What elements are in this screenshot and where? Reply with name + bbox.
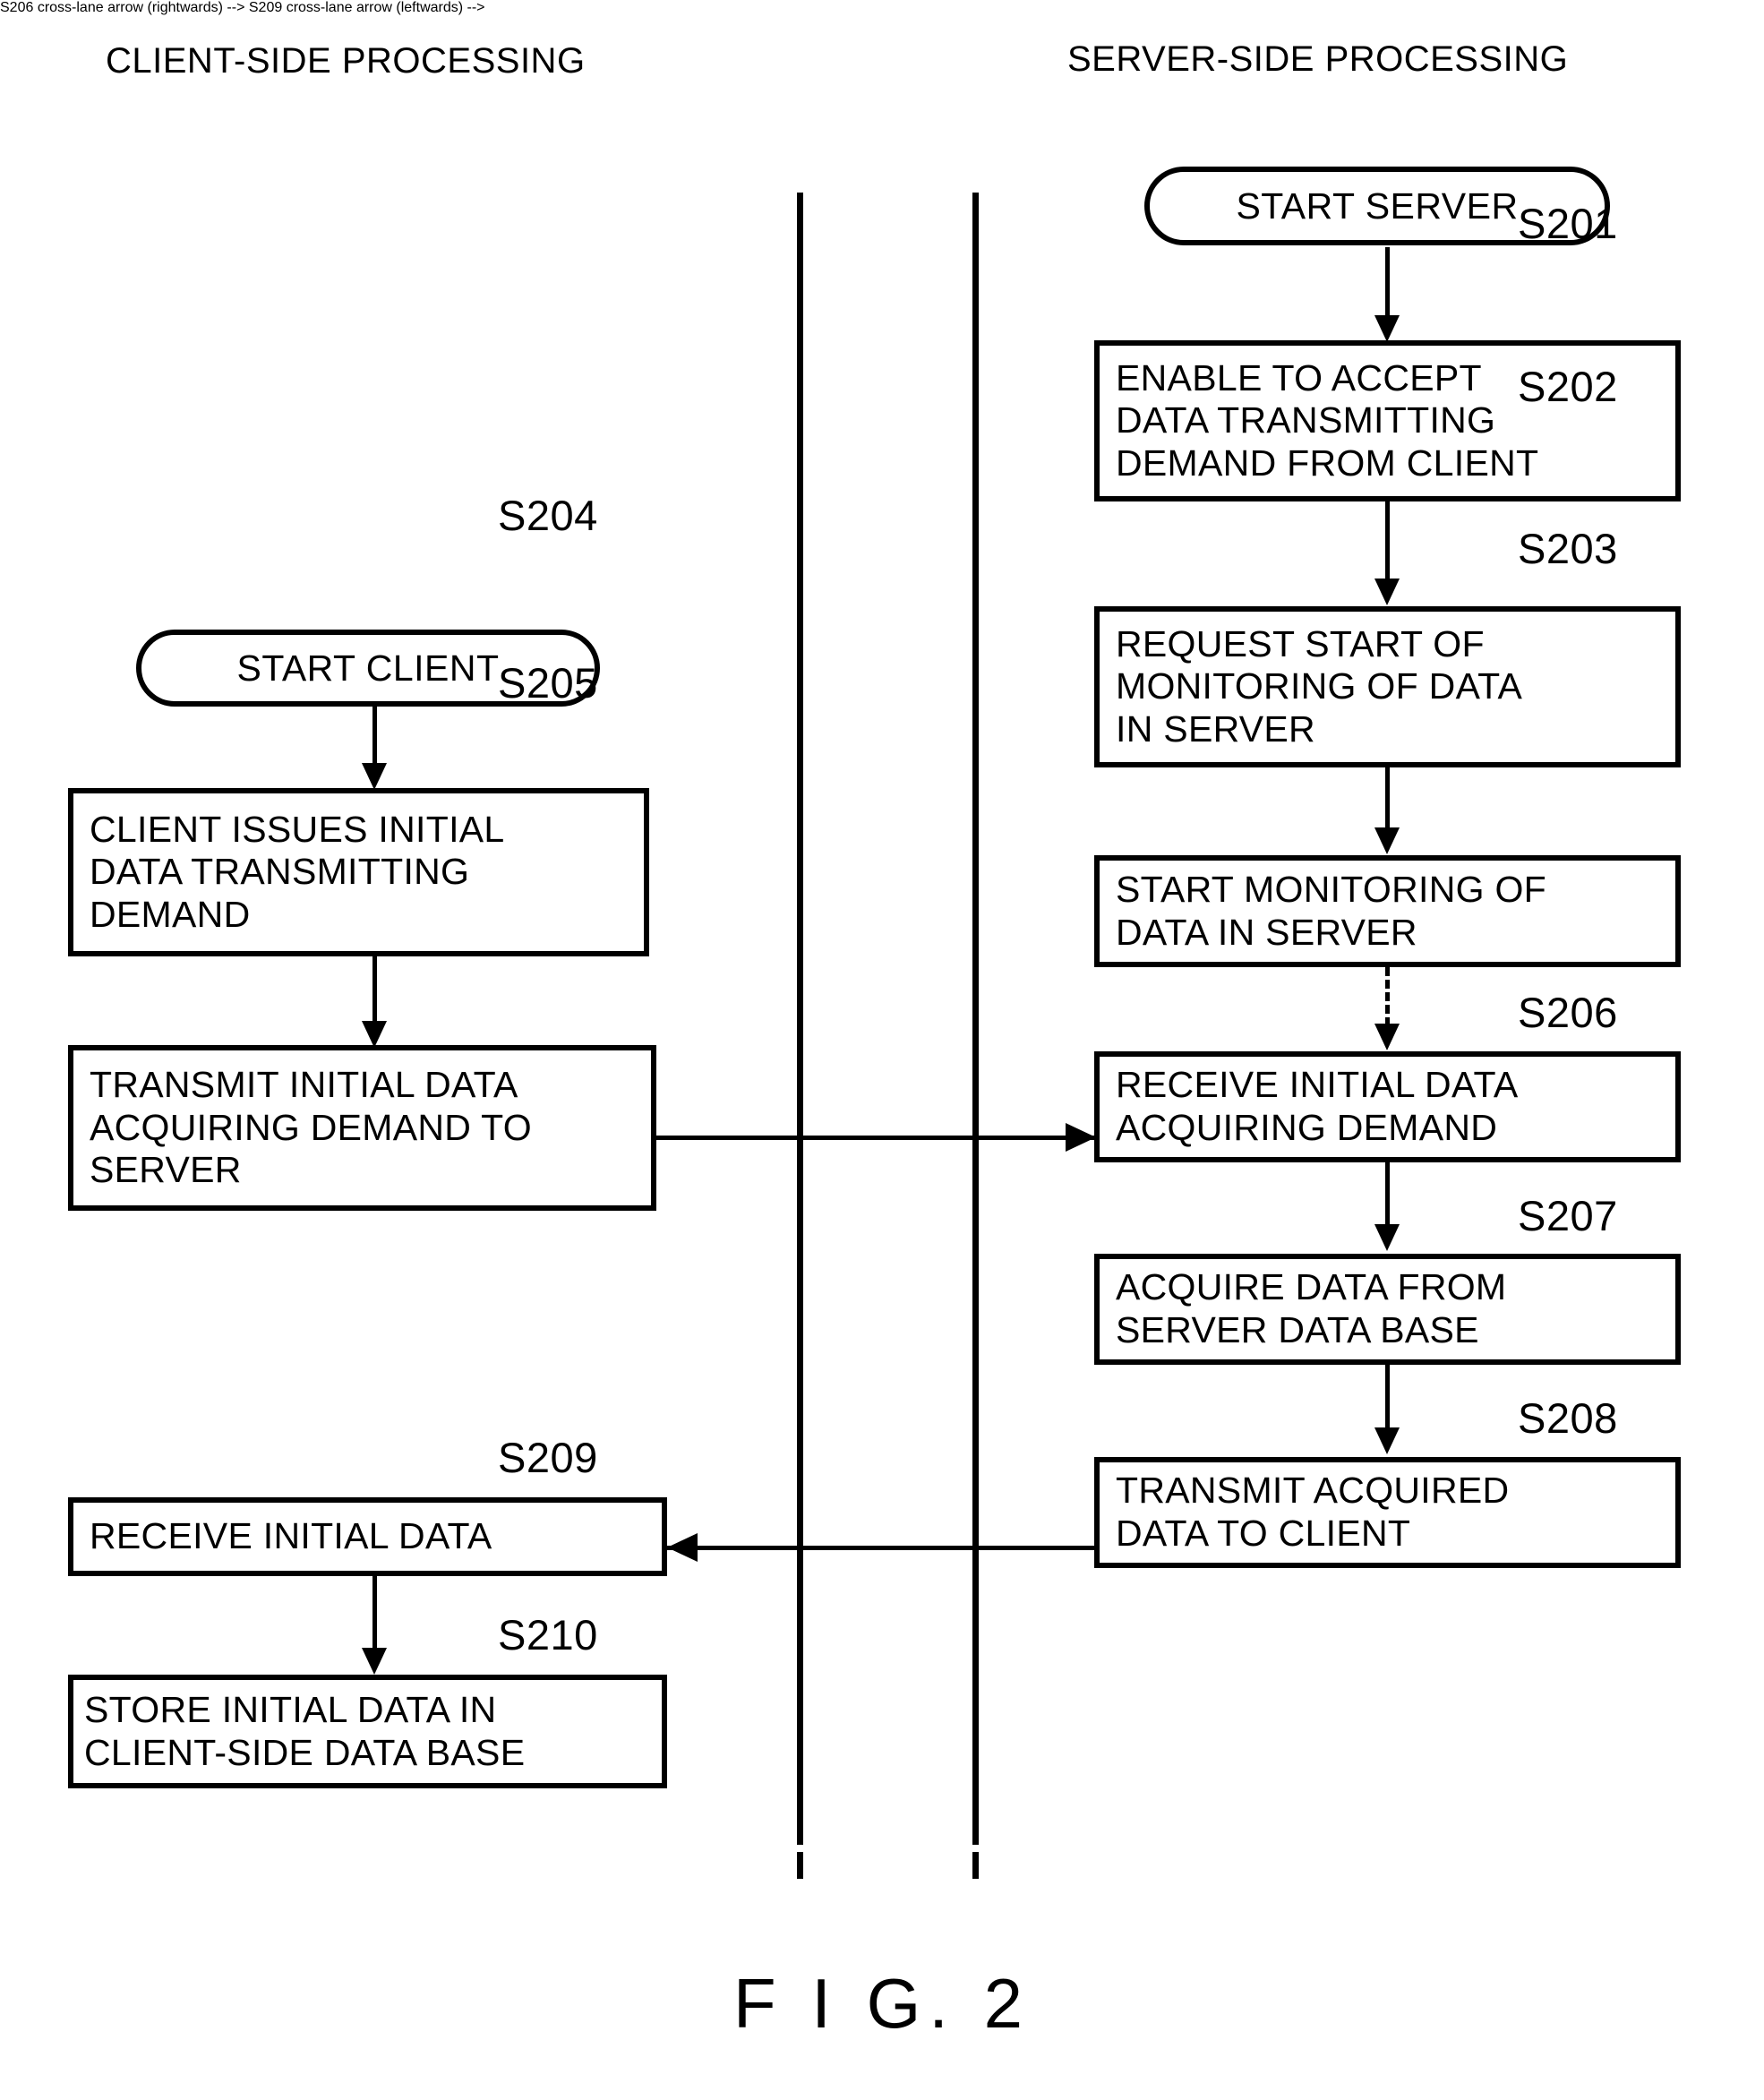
- arrowhead-s201-to-s202: [1374, 579, 1400, 605]
- process-text-line: ACQUIRING DEMAND: [1116, 1107, 1498, 1148]
- step-label-s203: S203: [1518, 525, 1618, 572]
- right-lane-separator-line-tail: [972, 1852, 979, 1879]
- process-text-line: DATA TRANSMITTING: [90, 851, 470, 893]
- arrowhead-s209-to-s210: [362, 1648, 387, 1675]
- step-label-s209: S209: [498, 1434, 598, 1481]
- left-lane-separator-line-tail: [797, 1852, 803, 1879]
- connector-start-server-to-s201: [1385, 247, 1390, 319]
- process-text-line: TRANSMIT ACQUIRED: [1116, 1470, 1510, 1512]
- process-box-s207: ACQUIRE DATA FROM SERVER DATA BASE: [1094, 1254, 1681, 1365]
- process-text-line: DEMAND FROM CLIENT: [1116, 441, 1539, 484]
- connector-s209-to-s210: [372, 1576, 377, 1648]
- process-text-line: TRANSMIT INITIAL DATA: [90, 1064, 518, 1106]
- dashed-connector-s203-to-s206: [1385, 967, 1390, 1026]
- arrowhead-s207-to-s208: [1374, 1427, 1400, 1454]
- figure-canvas: CLIENT-SIDE PROCESSING SERVER-SIDE PROCE…: [0, 0, 1764, 2100]
- cross-lane-connector-s208-to-s209: [667, 1546, 1095, 1550]
- step-label-s210: S210: [498, 1611, 598, 1659]
- process-box-s208: TRANSMIT ACQUIRED DATA TO CLIENT: [1094, 1457, 1681, 1568]
- figure-caption: F I G. 2: [732, 1964, 1032, 2043]
- process-box-s205: TRANSMIT INITIAL DATA ACQUIRING DEMAND T…: [68, 1045, 656, 1211]
- connector-s207-to-s208: [1385, 1365, 1390, 1429]
- connector-s204-to-s205: [372, 956, 377, 1028]
- process-text-line: DEMAND: [90, 893, 251, 935]
- process-text-line: SERVER DATA BASE: [1116, 1309, 1479, 1350]
- process-text-line: CLIENT-SIDE DATA BASE: [84, 1731, 526, 1773]
- cross-lane-connector-s205-to-s206: [656, 1136, 1095, 1140]
- process-text-line: IN SERVER: [1116, 707, 1315, 750]
- process-text-line: MONITORING OF DATA: [1116, 665, 1523, 707]
- arrowhead-s206-to-s207: [1374, 1224, 1400, 1251]
- step-label-s206: S206: [1518, 989, 1618, 1036]
- process-text-line: SERVER: [90, 1149, 242, 1191]
- arrowhead-s202-to-s203: [1374, 827, 1400, 854]
- step-label-s205: S205: [498, 659, 598, 707]
- process-box-s209: RECEIVE INITIAL DATA: [68, 1497, 667, 1576]
- connector-s202-to-s203: [1385, 767, 1390, 830]
- arrowhead-s205-to-s206: [1066, 1123, 1096, 1152]
- process-text-line: STORE INITIAL DATA IN: [84, 1688, 497, 1730]
- step-label-s201: S201: [1518, 200, 1618, 247]
- right-lane-separator-line: [972, 193, 979, 1845]
- arrowhead-s203-to-s206: [1374, 1024, 1400, 1050]
- process-box-s204: CLIENT ISSUES INITIAL DATA TRANSMITTING …: [68, 788, 649, 956]
- process-box-s210: STORE INITIAL DATA IN CLIENT-SIDE DATA B…: [68, 1675, 667, 1788]
- arrowhead-start-client-to-s204: [362, 763, 387, 790]
- process-text-line: ACQUIRING DEMAND TO: [90, 1106, 532, 1148]
- process-text-line: DATA IN SERVER: [1116, 911, 1417, 953]
- connector-s206-to-s207: [1385, 1162, 1390, 1227]
- process-text-line: REQUEST START OF: [1116, 622, 1485, 664]
- client-side-column-header: CLIENT-SIDE PROCESSING: [106, 41, 586, 81]
- process-text-line: START MONITORING OF: [1116, 868, 1547, 910]
- process-text-line: RECEIVE INITIAL DATA: [90, 1515, 492, 1557]
- process-box-s206: RECEIVE INITIAL DATA ACQUIRING DEMAND: [1094, 1051, 1681, 1162]
- process-text-line: CLIENT ISSUES INITIAL: [90, 808, 505, 850]
- step-label-s204: S204: [498, 492, 598, 539]
- server-side-column-header: SERVER-SIDE PROCESSING: [1067, 39, 1569, 79]
- left-lane-separator-line: [797, 193, 803, 1845]
- process-box-s202: REQUEST START OF MONITORING OF DATA IN S…: [1094, 606, 1681, 767]
- process-text-line: RECEIVE INITIAL DATA: [1116, 1064, 1519, 1106]
- arrowhead-s208-to-s209: [667, 1533, 698, 1562]
- step-label-s207: S207: [1518, 1192, 1618, 1239]
- connector-s201-to-s202: [1385, 501, 1390, 580]
- arrowhead-s204-to-s205: [362, 1021, 387, 1048]
- process-box-s203: START MONITORING OF DATA IN SERVER: [1094, 855, 1681, 967]
- step-label-s208: S208: [1518, 1394, 1618, 1442]
- process-text-line: DATA TO CLIENT: [1116, 1513, 1411, 1554]
- step-label-s202: S202: [1518, 363, 1618, 410]
- arrowhead-start-server-to-s201: [1374, 315, 1400, 342]
- process-text-line: ACQUIRE DATA FROM: [1116, 1266, 1507, 1308]
